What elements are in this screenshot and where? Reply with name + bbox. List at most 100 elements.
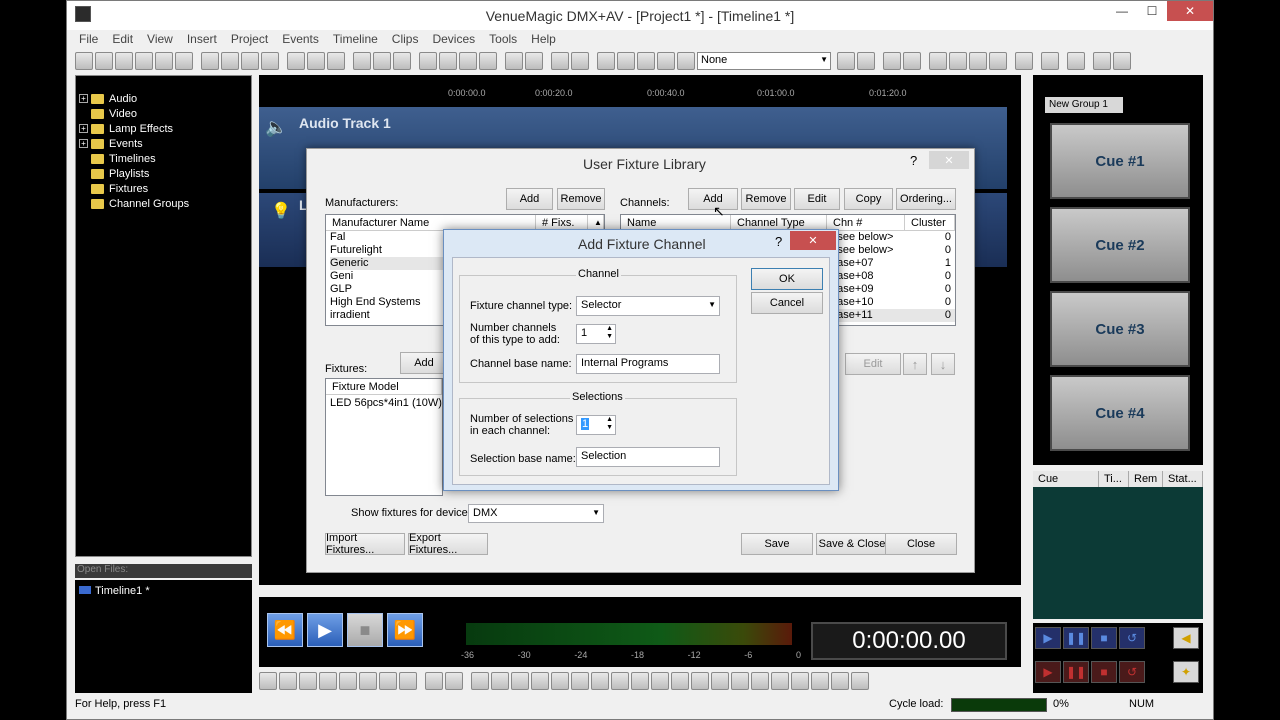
scroll-up-icon[interactable]: ▲	[588, 215, 604, 230]
sync-icon[interactable]	[903, 52, 921, 70]
zoom-in-icon[interactable]	[259, 672, 277, 690]
close-icon[interactable]: ✕	[1167, 1, 1213, 21]
channel-ordering-button[interactable]: Ordering...	[896, 188, 956, 210]
close-icon[interactable]: ✕	[790, 231, 836, 250]
import-icon[interactable]	[837, 52, 855, 70]
minimize-icon[interactable]: —	[1107, 1, 1137, 21]
align-left-icon[interactable]	[637, 52, 655, 70]
device-select[interactable]: DMX ▼	[468, 504, 604, 523]
play-button[interactable]: ▶	[307, 613, 343, 647]
context-help-icon[interactable]	[1113, 52, 1131, 70]
tree-item-lamp-effects[interactable]: + Lamp Effects	[79, 121, 249, 136]
expand-icon[interactable]: +	[79, 139, 88, 148]
new-icon[interactable]	[95, 52, 113, 70]
save-icon[interactable]	[155, 52, 173, 70]
tools-icon[interactable]	[353, 52, 371, 70]
manufacturer-remove-button[interactable]: Remove	[557, 188, 605, 210]
record-icon[interactable]	[505, 52, 523, 70]
menu-help[interactable]: Help	[531, 32, 556, 46]
cue-button-2[interactable]: Cue #2	[1050, 207, 1190, 283]
clock-icon[interactable]	[771, 672, 789, 690]
save-all-icon[interactable]	[175, 52, 193, 70]
fan-icon[interactable]	[989, 52, 1007, 70]
selection-base-input[interactable]: Selection	[576, 447, 720, 467]
spinner-icon[interactable]: ▲ ▼	[606, 416, 613, 432]
fixture-icon[interactable]	[459, 52, 477, 70]
zoom-sel-icon[interactable]	[319, 672, 337, 690]
menu-project[interactable]: Project	[231, 32, 268, 46]
bars-icon[interactable]	[691, 672, 709, 690]
toolbar-dropdown[interactable]: None	[697, 52, 831, 70]
menu-timeline[interactable]: Timeline	[333, 32, 378, 46]
num-selections-spinner[interactable]: 1 ▲ ▼	[576, 415, 616, 435]
menu-edit[interactable]: Edit	[112, 32, 133, 46]
settings-icon[interactable]	[969, 52, 987, 70]
pen-icon[interactable]	[445, 672, 463, 690]
expand-icon[interactable]: +	[79, 124, 88, 133]
menu-insert[interactable]: Insert	[187, 32, 217, 46]
move-down-icon[interactable]: ↓	[931, 353, 955, 375]
bulb-add-icon[interactable]	[751, 672, 769, 690]
zoom-fit-icon[interactable]	[299, 672, 317, 690]
col-cluster[interactable]: Cluster	[905, 215, 955, 230]
list-icon[interactable]	[115, 52, 133, 70]
ok-button[interactable]: OK	[751, 268, 823, 290]
block-icon[interactable]	[591, 672, 609, 690]
menu-view[interactable]: View	[147, 32, 173, 46]
tune-icon[interactable]	[1067, 52, 1085, 70]
fixture-list[interactable]: Fixture Model LED 56pcs*4in1 (10W) M	[325, 378, 443, 496]
lock-icon[interactable]	[611, 672, 629, 690]
cue-stop-red-icon[interactable]: ■	[1091, 661, 1117, 683]
tree-item-video[interactable]: Video	[79, 106, 249, 121]
align-right-icon[interactable]	[677, 52, 695, 70]
save-close-button[interactable]: Save & Close	[816, 533, 888, 555]
marker-icon[interactable]	[511, 672, 529, 690]
spinner-icon[interactable]: ▲ ▼	[606, 325, 613, 341]
manufacturer-add-button[interactable]: Add	[506, 188, 553, 210]
gear-icon[interactable]	[949, 52, 967, 70]
channel-remove-button[interactable]: Remove	[741, 188, 791, 210]
menu-file[interactable]: File	[79, 32, 98, 46]
channel-edit-button[interactable]: Edit	[794, 188, 840, 210]
move-icon[interactable]	[531, 672, 549, 690]
close-icon[interactable]: ✕	[929, 151, 969, 169]
cue-stop-icon[interactable]: ■	[1091, 627, 1117, 649]
stretch-icon[interactable]	[651, 672, 669, 690]
undo-icon[interactable]	[425, 672, 443, 690]
printer-icon[interactable]	[307, 52, 325, 70]
col-fixture-count[interactable]: # Fixs.	[536, 215, 588, 230]
cue-lamp-icon[interactable]: ✦	[1173, 661, 1199, 683]
cue-loop-red-icon[interactable]: ↺	[1119, 661, 1145, 683]
cue-sound-icon[interactable]: ◀	[1173, 627, 1199, 649]
device-icon[interactable]	[287, 52, 305, 70]
cue-pause-icon[interactable]: ❚❚	[1063, 627, 1089, 649]
wrench-icon[interactable]	[373, 52, 391, 70]
list-item[interactable]: LED 56pcs*4in1 (10W) M	[326, 395, 442, 409]
channel-copy-button[interactable]: Copy	[844, 188, 893, 210]
cue-col-time[interactable]: Ti...	[1099, 471, 1129, 487]
tree-item-audio[interactable]: + Audio	[79, 91, 249, 106]
channel-type-select[interactable]: Selector ▼	[576, 296, 720, 316]
help-icon[interactable]	[1093, 52, 1111, 70]
maximize-icon[interactable]: ☐	[1137, 1, 1167, 21]
table-icon[interactable]	[327, 52, 345, 70]
menu-tools[interactable]: Tools	[489, 32, 517, 46]
move-up-icon[interactable]: ↑	[903, 353, 927, 375]
save-button[interactable]: Save	[741, 533, 813, 555]
close-button[interactable]: Close	[885, 533, 957, 555]
import-fixtures-button[interactable]: Import Fixtures...	[325, 532, 405, 556]
layout-icon[interactable]	[571, 52, 589, 70]
doc-icon[interactable]	[399, 672, 417, 690]
mute-icon[interactable]	[711, 672, 729, 690]
cue-button-4[interactable]: Cue #4	[1050, 375, 1190, 451]
col-manufacturer-name[interactable]: Manufacturer Name	[326, 215, 536, 230]
cue-col-rem[interactable]: Rem	[1129, 471, 1163, 487]
open-icon[interactable]	[75, 52, 93, 70]
page-icon[interactable]	[379, 672, 397, 690]
zoom-all-icon[interactable]	[339, 672, 357, 690]
cue-pause-red-icon[interactable]: ❚❚	[1063, 661, 1089, 683]
grid-icon[interactable]	[657, 52, 675, 70]
circle-icon[interactable]	[811, 672, 829, 690]
open-file-item[interactable]: Timeline1 *	[79, 585, 248, 597]
col-chn[interactable]: Chn #	[827, 215, 905, 230]
